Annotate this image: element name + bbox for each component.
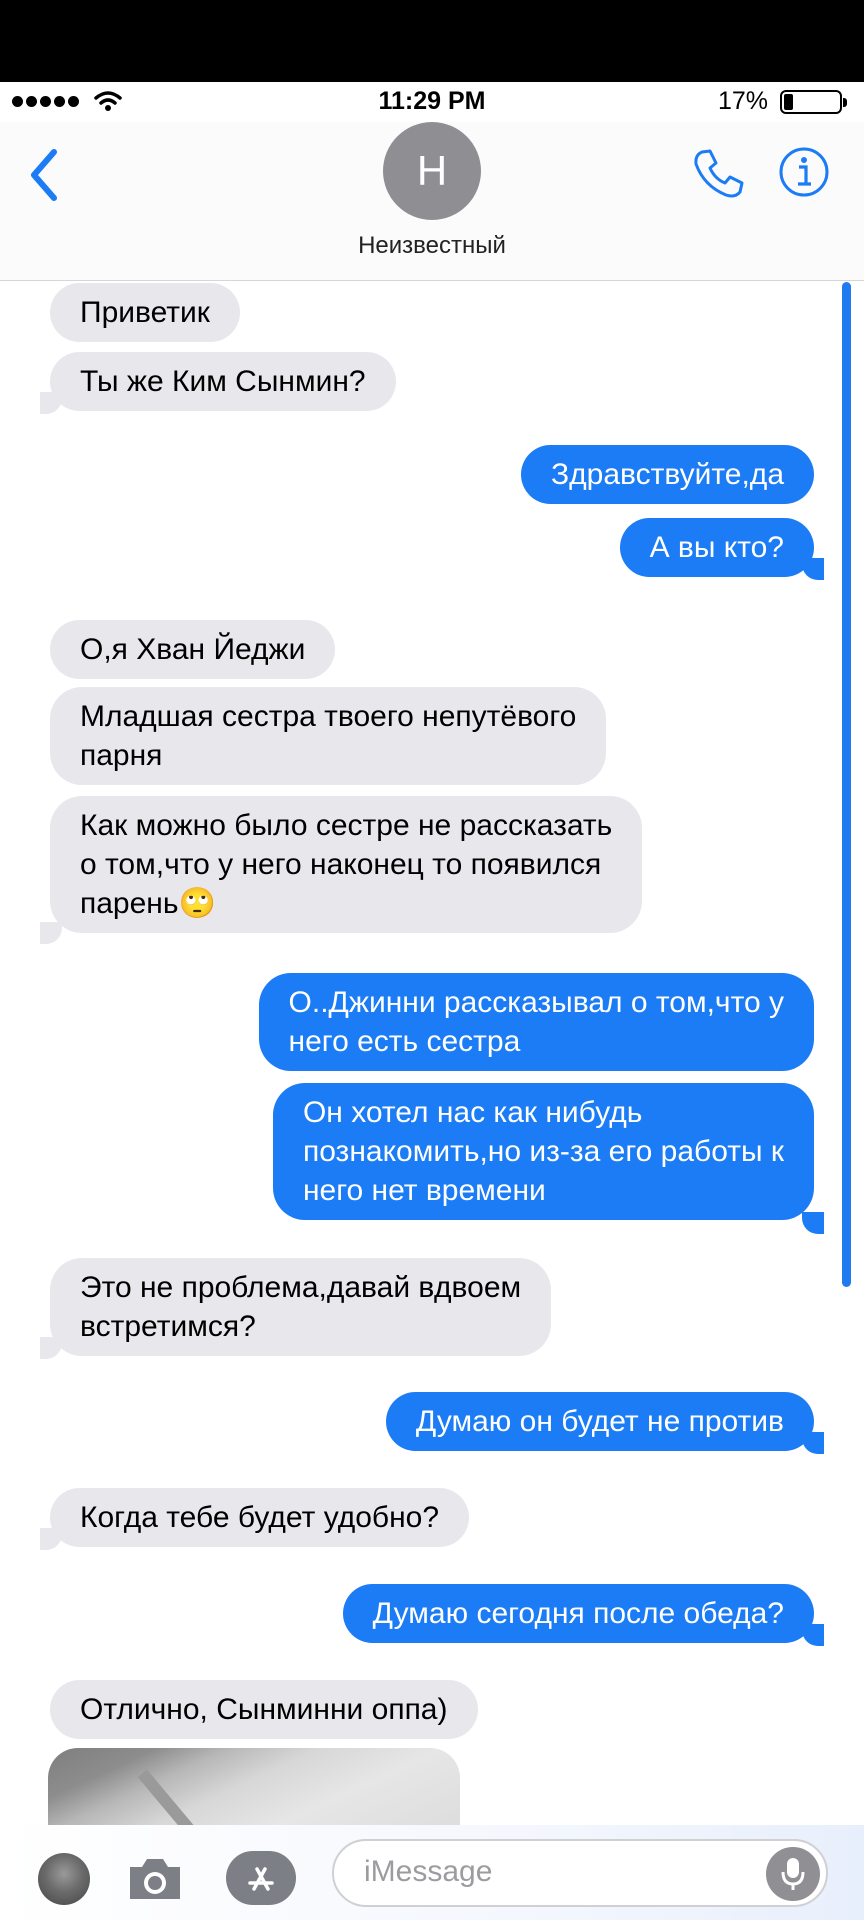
top-black-bar <box>0 0 864 82</box>
contact-name[interactable]: Неизвестный <box>0 232 864 260</box>
battery-icon <box>780 90 847 114</box>
message-bubble-outgoing[interactable]: Здравствуйте,да <box>521 445 814 504</box>
bubble-tail <box>40 922 62 944</box>
message-bubble-incoming[interactable]: Отлично, Сынминни оппа) <box>50 1680 478 1739</box>
message-bubble-incoming[interactable]: Когда тебе будет удобно? <box>50 1488 470 1547</box>
image-attachment[interactable] <box>48 1748 460 1825</box>
memoji-avatar-icon[interactable] <box>38 1853 90 1905</box>
bubble-tail <box>40 392 62 414</box>
bubble-tail <box>802 1432 824 1454</box>
app-store-icon[interactable] <box>226 1851 296 1905</box>
message-bubble-outgoing[interactable]: А вы кто? <box>619 518 814 577</box>
battery-percent: 17% <box>717 87 768 115</box>
composer-bar: iMessage <box>0 1825 864 1920</box>
message-bubble-outgoing[interactable]: Он хотел нас как нибудь познакомить,но и… <box>272 1083 814 1220</box>
message-bubble-incoming[interactable]: Как можно было сестре не рассказать о то… <box>50 796 643 933</box>
bubble-tail <box>802 1212 824 1234</box>
app-store-glyph-icon <box>248 1867 274 1891</box>
contact-avatar[interactable]: Н <box>383 122 481 220</box>
bubble-tail <box>40 1528 62 1550</box>
conversation-header: Н Неизвестный <box>0 122 864 281</box>
imessage-input[interactable]: iMessage <box>332 1839 828 1907</box>
input-placeholder: iMessage <box>364 1855 493 1888</box>
message-bubble-outgoing[interactable]: Думаю он будет не против <box>385 1392 814 1451</box>
message-bubble-incoming[interactable]: О,я Хван Йеджи <box>50 620 336 679</box>
info-icon[interactable] <box>778 146 830 198</box>
camera-icon[interactable] <box>126 1855 184 1903</box>
message-bubble-incoming[interactable]: Младшая сестра твоего непутёвого парня <box>50 687 607 785</box>
bubble-tail <box>802 558 824 580</box>
message-bubble-incoming[interactable]: Ты же Ким Сынмин? <box>50 352 396 411</box>
microphone-icon[interactable] <box>766 1847 820 1901</box>
bubble-tail <box>802 1624 824 1646</box>
bubble-tail <box>40 1337 62 1359</box>
message-thread: Приветик Ты же Ким Сынмин? Здравствуйте,… <box>0 280 864 1825</box>
back-chevron-icon[interactable] <box>26 148 60 202</box>
phone-icon[interactable] <box>690 146 746 202</box>
message-bubble-incoming[interactable]: Это не проблема,давай вдвоем встретимся? <box>50 1258 552 1356</box>
message-bubble-outgoing[interactable]: О..Джинни рассказывал о том,что у него е… <box>258 973 814 1071</box>
status-bar: 11:29 PM 17% <box>0 82 864 122</box>
message-bubble-outgoing[interactable]: Думаю сегодня после обеда? <box>342 1584 814 1643</box>
message-bubble-incoming[interactable]: Приветик <box>50 283 240 342</box>
